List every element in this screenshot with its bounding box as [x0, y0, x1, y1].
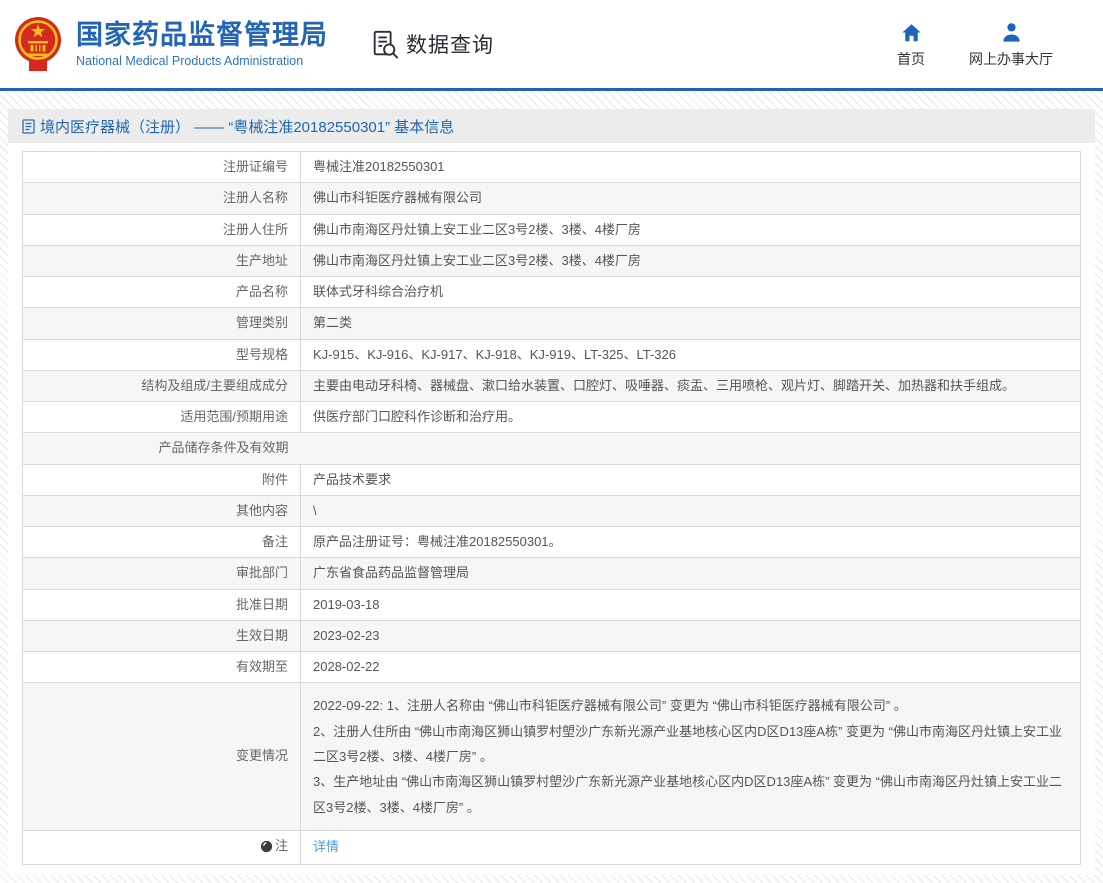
table-row: 生产地址 佛山市南海区丹灶镇上安工业二区3号2楼、3楼、4楼厂房 [23, 245, 1081, 276]
row-value: KJ-915、KJ-916、KJ-917、KJ-918、KJ-919、LT-32… [301, 339, 1081, 370]
row-label: 注册证编号 [23, 152, 301, 183]
page-title: 境内医疗器械（注册） —— “粤械注准20182550301” 基本信息 [40, 116, 454, 137]
change-line: 3、生产地址由 “佛山市南海区狮山镇罗村塱沙广东新光源产业基地核心区内D区D13… [313, 769, 1068, 820]
row-value: 广东省食品药品监督管理局 [301, 558, 1081, 589]
row-label: 附件 [23, 464, 301, 495]
row-label: 注册人住所 [23, 214, 301, 245]
nav-item-home[interactable]: 首页 [897, 20, 925, 69]
table-row-note: 注 详情 [23, 830, 1081, 864]
table-row: 批准日期 2019-03-18 [23, 589, 1081, 620]
row-label: 产品储存条件及有效期 [23, 433, 301, 464]
row-value: 原产品注册证号：粤械注准20182550301。 [301, 527, 1081, 558]
row-value: 详情 [301, 830, 1081, 864]
row-value: 供医疗部门口腔科作诊断和治疗用。 [301, 402, 1081, 433]
table-row: 注册人住所 佛山市南海区丹灶镇上安工业二区3号2楼、3楼、4楼厂房 [23, 214, 1081, 245]
table-row: 备注 原产品注册证号：粤械注准20182550301。 [23, 527, 1081, 558]
row-label: 结构及组成/主要组成成分 [23, 370, 301, 401]
row-label: 有效期至 [23, 652, 301, 683]
user-icon [1000, 20, 1023, 44]
row-label: 审批部门 [23, 558, 301, 589]
row-label: 管理类别 [23, 308, 301, 339]
row-value: 联体式牙科综合治疗机 [301, 277, 1081, 308]
row-value: 2019-03-18 [301, 589, 1081, 620]
table-row: 产品名称 联体式牙科综合治疗机 [23, 277, 1081, 308]
note-label-text: 注 [275, 838, 288, 854]
nav-service-hall-label: 网上办事大厅 [969, 49, 1053, 69]
site-logo[interactable]: 国家药品监督管理局 National Medical Products Admi… [14, 15, 328, 73]
table-row: 注册证编号 粤械注准20182550301 [23, 152, 1081, 183]
row-value: 主要由电动牙科椅、器械盘、漱口给水装置、口腔灯、吸唾器、痰盂、三用喷枪、观片灯、… [301, 370, 1081, 401]
row-value: 第二类 [301, 308, 1081, 339]
org-name-en: National Medical Products Administration [76, 54, 328, 68]
row-value: 佛山市科钜医疗器械有限公司 [301, 183, 1081, 214]
detail-link[interactable]: 详情 [313, 839, 339, 854]
table-row: 管理类别 第二类 [23, 308, 1081, 339]
row-value: 2023-02-23 [301, 620, 1081, 651]
row-value: 佛山市南海区丹灶镇上安工业二区3号2楼、3楼、4楼厂房 [301, 245, 1081, 276]
row-value: 粤械注准20182550301 [301, 152, 1081, 183]
row-label: 生效日期 [23, 620, 301, 651]
data-query-entry[interactable]: 数据查询 [370, 29, 494, 59]
row-label: 型号规格 [23, 339, 301, 370]
table-row: 适用范围/预期用途 供医疗部门口腔科作诊断和治疗用。 [23, 402, 1081, 433]
row-label: 备注 [23, 527, 301, 558]
row-label: 变更情况 [23, 683, 301, 831]
row-value: 2022-09-22: 1、注册人名称由 “佛山市科钜医疗器械有限公司” 变更为… [301, 683, 1081, 831]
table-row: 生效日期 2023-02-23 [23, 620, 1081, 651]
table-row: 结构及组成/主要组成成分 主要由电动牙科椅、器械盘、漱口给水装置、口腔灯、吸唾器… [23, 370, 1081, 401]
row-value [301, 433, 1081, 464]
row-label: 产品名称 [23, 277, 301, 308]
change-line: 2022-09-22: 1、注册人名称由 “佛山市科钜医疗器械有限公司” 变更为… [313, 693, 1068, 718]
table-row: 附件 产品技术要求 [23, 464, 1081, 495]
table-row: 有效期至 2028-02-22 [23, 652, 1081, 683]
table-row: 产品储存条件及有效期 [23, 433, 1081, 464]
note-bulb-icon [260, 840, 273, 853]
page-icon [22, 119, 35, 134]
table-row: 其他内容 \ [23, 495, 1081, 526]
row-value: \ [301, 495, 1081, 526]
row-label: 注 [23, 830, 301, 864]
row-label: 注册人名称 [23, 183, 301, 214]
row-label: 批准日期 [23, 589, 301, 620]
nav-home-label: 首页 [897, 49, 925, 69]
row-label: 适用范围/预期用途 [23, 402, 301, 433]
org-name-cn: 国家药品监督管理局 [76, 20, 328, 51]
row-label: 生产地址 [23, 245, 301, 276]
table-row: 注册人名称 佛山市科钜医疗器械有限公司 [23, 183, 1081, 214]
table-row: 型号规格 KJ-915、KJ-916、KJ-917、KJ-918、KJ-919、… [23, 339, 1081, 370]
table-row: 审批部门 广东省食品药品监督管理局 [23, 558, 1081, 589]
row-value: 产品技术要求 [301, 464, 1081, 495]
data-query-label: 数据查询 [406, 29, 494, 59]
brand-text: 国家药品监督管理局 National Medical Products Admi… [76, 20, 328, 67]
doc-search-icon [370, 29, 400, 59]
page-title-bar: 境内医疗器械（注册） —— “粤械注准20182550301” 基本信息 [8, 109, 1095, 143]
row-label: 其他内容 [23, 495, 301, 526]
change-line: 2、注册人住所由 “佛山市南海区狮山镇罗村塱沙广东新光源产业基地核心区内D区D1… [313, 719, 1068, 770]
row-value: 佛山市南海区丹灶镇上安工业二区3号2楼、3楼、4楼厂房 [301, 214, 1081, 245]
site-header: 国家药品监督管理局 National Medical Products Admi… [0, 0, 1103, 91]
row-value: 2028-02-22 [301, 652, 1081, 683]
content-panel: 境内医疗器械（注册） —— “粤械注准20182550301” 基本信息 注册证… [8, 109, 1095, 875]
home-icon [900, 20, 923, 44]
nav-item-service-hall[interactable]: 网上办事大厅 [969, 20, 1053, 69]
registration-info-table: 注册证编号 粤械注准20182550301 注册人名称 佛山市科钜医疗器械有限公… [22, 151, 1081, 865]
table-row-change-history: 变更情况 2022-09-22: 1、注册人名称由 “佛山市科钜医疗器械有限公司… [23, 683, 1081, 831]
info-table-wrap: 注册证编号 粤械注准20182550301 注册人名称 佛山市科钜医疗器械有限公… [8, 143, 1095, 865]
national-emblem-icon [14, 15, 62, 73]
top-nav: 首页 网上办事大厅 [897, 20, 1053, 69]
